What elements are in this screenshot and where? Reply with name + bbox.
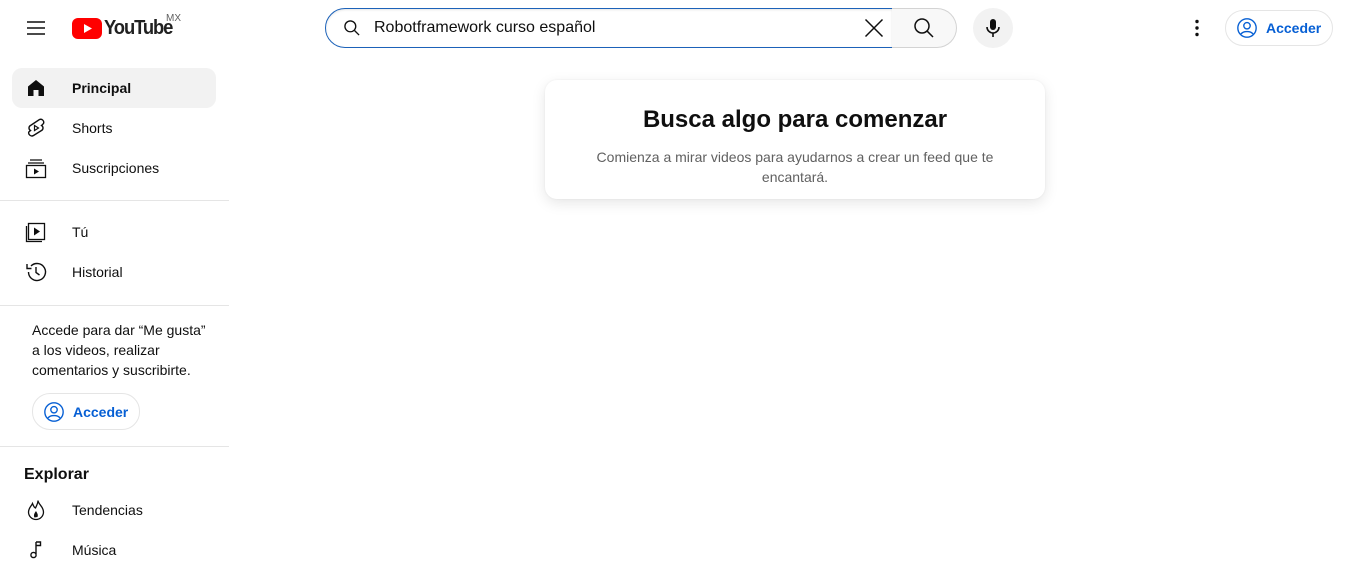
sidebar-item-musica[interactable]: Música (12, 530, 216, 570)
mic-icon (986, 19, 1000, 37)
sidebar-item-shorts[interactable]: Shorts (12, 108, 216, 148)
search-box[interactable] (325, 8, 893, 48)
search-icon (342, 18, 362, 38)
sidebar-item-label: Suscripciones (72, 160, 160, 176)
clear-search-button[interactable] (856, 9, 892, 47)
sidebar-item-suscripciones[interactable]: Suscripciones (12, 148, 216, 188)
settings-menu-button[interactable] (1177, 8, 1217, 48)
trending-icon (24, 498, 48, 522)
sidebar-divider (0, 446, 229, 447)
sidebar-item-label: Tendencias (72, 502, 143, 518)
music-icon (24, 538, 48, 562)
sidebar-item-label: Historial (72, 264, 123, 280)
your-channel-icon (24, 220, 48, 244)
sidebar-item-label: Shorts (72, 120, 113, 136)
youtube-logo[interactable]: YouTube (72, 14, 178, 42)
country-code: MX (166, 13, 181, 24)
sidebar-item-tendencias[interactable]: Tendencias (12, 490, 216, 530)
sign-in-prompt: Accede para dar “Me gusta” a los videos,… (32, 322, 206, 378)
search-button[interactable] (892, 8, 957, 48)
logo-text: YouTube (104, 16, 173, 39)
account-icon (1237, 18, 1257, 38)
youtube-play-icon (72, 17, 102, 39)
more-vertical-icon (1195, 19, 1199, 37)
prompt-title: Busca algo para comenzar (642, 106, 948, 133)
voice-search-button[interactable] (973, 8, 1013, 48)
sidebar-item-label: Principal (72, 80, 132, 96)
home-icon (24, 76, 48, 100)
sidebar: Principal Shorts Suscripciones Tú Histor… (0, 56, 229, 581)
sidebar-item-label: Tú (72, 224, 89, 240)
sign-in-button[interactable]: Acceder (1225, 10, 1333, 46)
sign-in-label: Acceder (1266, 20, 1322, 36)
history-icon (24, 260, 48, 284)
menu-icon (27, 21, 45, 35)
sidebar-sign-in-button[interactable]: Acceder (32, 393, 140, 430)
masthead: YouTube MX Robotframework curso español … (0, 0, 1366, 56)
sidebar-divider (0, 305, 229, 306)
prompt-body: Comienza a mirar videos para ayudarnos a… (596, 149, 994, 185)
sidebar-item-tu[interactable]: Tú (12, 212, 216, 252)
search-icon (914, 18, 934, 38)
sidebar-item-historial[interactable]: Historial (12, 252, 216, 292)
sign-in-label: Acceder (73, 403, 129, 420)
sidebar-item-label: Música (72, 542, 117, 558)
shorts-icon (24, 116, 48, 140)
explore-section-title: Explorar (24, 466, 89, 483)
account-icon (44, 401, 64, 422)
subscriptions-icon (24, 156, 48, 180)
empty-feed-prompt: Busca algo para comenzar Comienza a mira… (545, 80, 1045, 199)
menu-button[interactable] (16, 8, 56, 48)
sidebar-divider (0, 200, 229, 201)
clear-icon (864, 18, 884, 38)
sidebar-item-principal[interactable]: Principal (12, 68, 216, 108)
search-input[interactable] (374, 13, 844, 43)
